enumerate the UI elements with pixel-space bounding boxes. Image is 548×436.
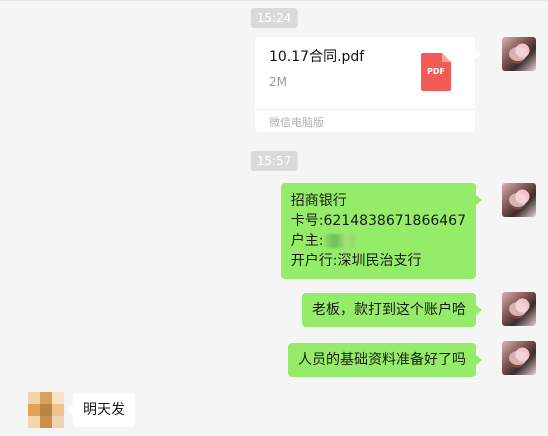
top-divider xyxy=(0,0,548,1)
contact-avatar[interactable] xyxy=(28,392,64,428)
file-size: 2M xyxy=(269,75,287,89)
pdf-icon-label: PDF xyxy=(427,67,445,76)
file-message[interactable]: 10.17合同.pdf 2M PDF 微信电脑版 xyxy=(255,37,481,133)
account-holder-label: 户主: xyxy=(290,233,324,249)
bank-info-message[interactable]: 招商银行 卡号:6214838671866467 户主: 开户行:深圳民治支行 xyxy=(280,183,483,279)
branch-line: 开户行:深圳民治支行 xyxy=(290,253,422,269)
reply-bubble[interactable]: 明天发 xyxy=(67,393,135,427)
pdf-icon-fold xyxy=(442,53,451,62)
pdf-file-icon: PDF xyxy=(421,53,451,91)
message-bubble[interactable]: 老板，款打到这个账户哈 xyxy=(302,293,482,327)
self-avatar[interactable] xyxy=(502,292,536,326)
timestamp-1: 15:24 xyxy=(250,8,298,28)
self-avatar[interactable] xyxy=(502,183,536,217)
message-bubble[interactable]: 人员的基础资料准备好了吗 xyxy=(288,343,482,377)
card-number-line: 卡号:6214838671866467 xyxy=(290,213,466,229)
self-avatar[interactable] xyxy=(502,341,536,375)
timestamp-2: 15:57 xyxy=(250,151,298,171)
chat-window: 15:24 10.17合同.pdf 2M PDF 微信电脑版 15:57 招商银… xyxy=(0,0,548,436)
account-holder-line: 户主: xyxy=(291,231,466,251)
file-source-label: 微信电脑版 xyxy=(269,116,324,129)
file-footer: 微信电脑版 xyxy=(255,109,475,133)
self-avatar[interactable] xyxy=(502,37,536,71)
file-name: 10.17合同.pdf xyxy=(269,49,365,65)
bank-name-line: 招商银行 xyxy=(290,193,347,209)
blurred-name xyxy=(325,234,356,248)
